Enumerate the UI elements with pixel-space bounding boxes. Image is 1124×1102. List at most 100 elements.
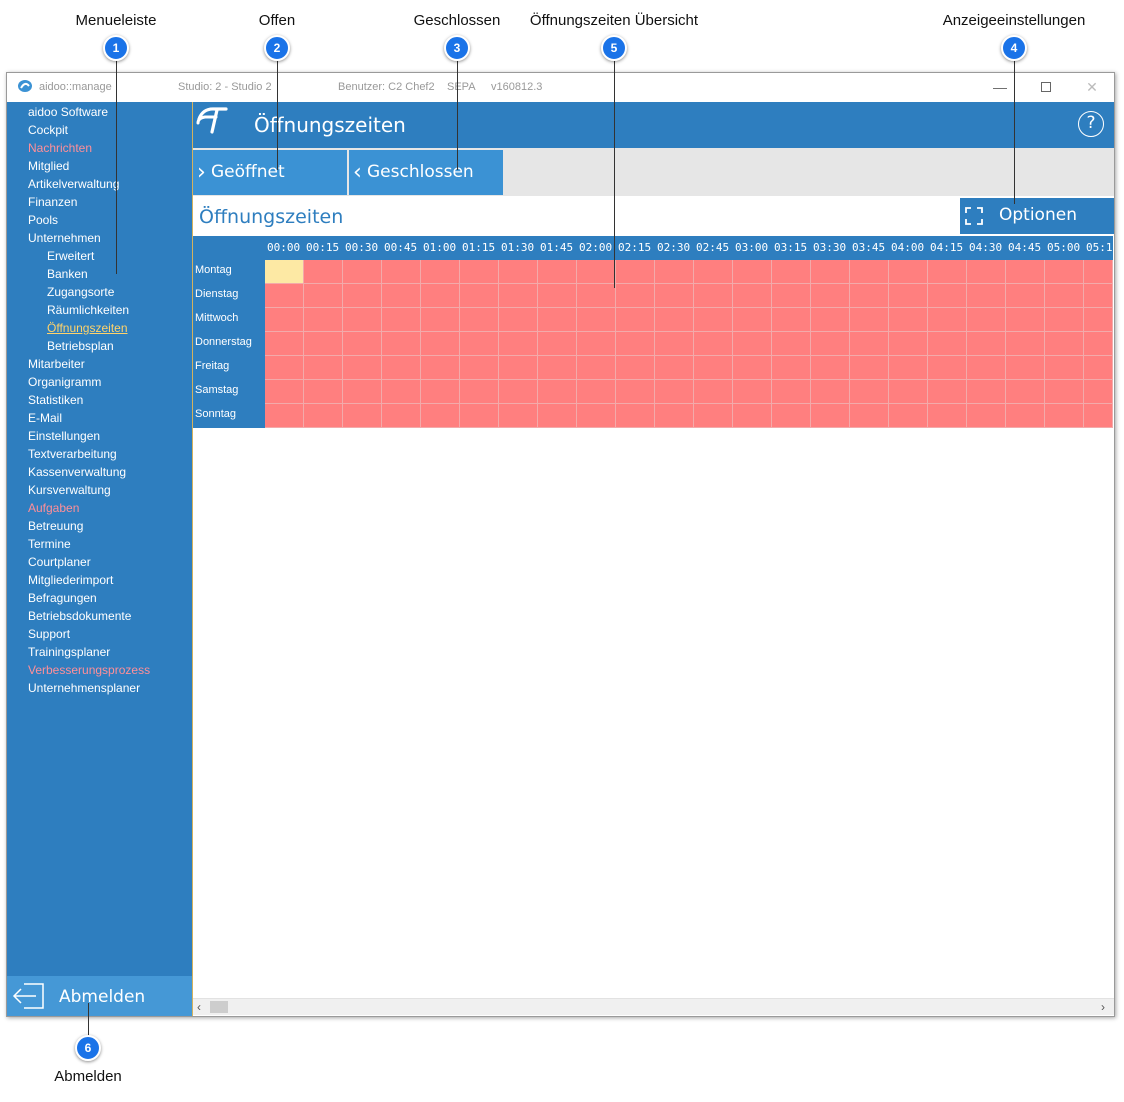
schedule-cell[interactable] [460,308,499,332]
schedule-cell[interactable] [850,284,889,308]
schedule-cell[interactable] [1006,404,1045,428]
schedule-cell[interactable] [1045,356,1084,380]
schedule-cell[interactable] [1045,380,1084,404]
schedule-cell[interactable] [733,380,772,404]
schedule-cell[interactable] [577,404,616,428]
schedule-cell[interactable] [382,404,421,428]
schedule-cell[interactable] [772,308,811,332]
schedule-cell[interactable] [811,332,850,356]
schedule-cell[interactable] [733,404,772,428]
sidebar-item[interactable]: Unternehmensplaner [28,681,140,695]
schedule-cell[interactable] [577,260,616,284]
schedule-cell[interactable] [928,380,967,404]
sidebar-item[interactable]: Einstellungen [28,429,100,443]
schedule-cell[interactable] [577,308,616,332]
schedule-cell[interactable] [343,356,382,380]
schedule-cell[interactable] [694,308,733,332]
schedule-cell[interactable] [1006,332,1045,356]
schedule-cell[interactable] [733,260,772,284]
schedule-cell[interactable] [928,404,967,428]
schedule-cell[interactable] [460,260,499,284]
schedule-cell[interactable] [499,332,538,356]
sidebar-item[interactable]: Banken [47,267,88,281]
schedule-cell[interactable] [811,284,850,308]
schedule-cell[interactable] [421,404,460,428]
schedule-cell[interactable] [889,332,928,356]
schedule-cell[interactable] [538,404,577,428]
scroll-thumb[interactable] [210,1001,228,1013]
schedule-cell[interactable] [460,356,499,380]
schedule-cell[interactable] [694,260,733,284]
schedule-cell[interactable] [616,356,655,380]
schedule-cell[interactable] [343,380,382,404]
scroll-right-icon[interactable]: › [1101,1000,1105,1014]
schedule-cell[interactable] [1006,260,1045,284]
schedule-cell[interactable] [265,284,304,308]
schedule-cell[interactable] [304,332,343,356]
schedule-cell[interactable] [889,380,928,404]
sidebar-item[interactable]: Befragungen [28,591,97,605]
schedule-cell[interactable] [382,356,421,380]
schedule-cell[interactable] [538,308,577,332]
schedule-cell[interactable] [616,284,655,308]
schedule-cell[interactable] [967,404,1006,428]
schedule-cell[interactable] [265,404,304,428]
schedule-cell[interactable] [655,380,694,404]
schedule-cell[interactable] [616,404,655,428]
schedule-cell[interactable] [733,284,772,308]
schedule-cell[interactable] [382,260,421,284]
schedule-cell[interactable] [343,332,382,356]
schedule-cell[interactable] [265,308,304,332]
schedule-cell[interactable] [850,260,889,284]
sidebar-item[interactable]: Textverarbeitung [28,447,117,461]
schedule-cell[interactable] [538,332,577,356]
schedule-cell[interactable] [265,380,304,404]
schedule-cell[interactable] [1084,284,1113,308]
schedule-cell[interactable] [733,308,772,332]
schedule-cell[interactable] [928,356,967,380]
schedule-cell[interactable] [382,332,421,356]
sidebar-item[interactable]: Pools [28,213,58,227]
schedule-cell[interactable] [1045,404,1084,428]
schedule-cell[interactable] [538,284,577,308]
schedule-cell[interactable] [460,380,499,404]
sidebar-item[interactable]: E-Mail [28,411,62,425]
sidebar-item[interactable]: Cockpit [28,123,68,137]
schedule-cell[interactable] [304,404,343,428]
sidebar-item[interactable]: Kursverwaltung [28,483,111,497]
schedule-cell[interactable] [538,380,577,404]
schedule-cell-selected[interactable] [265,260,304,284]
scroll-left-icon[interactable]: ‹ [197,1000,201,1014]
schedule-cell[interactable] [850,404,889,428]
schedule-cell[interactable] [421,308,460,332]
schedule-cell[interactable] [499,308,538,332]
sidebar-item[interactable]: Nachrichten [28,141,92,155]
schedule-cell[interactable] [1084,260,1113,284]
sidebar-item[interactable]: Termine [28,537,71,551]
sidebar-item[interactable]: Organigramm [28,375,101,389]
schedule-cell[interactable] [382,308,421,332]
schedule-cell[interactable] [772,404,811,428]
schedule-cell[interactable] [1045,332,1084,356]
schedule-cell[interactable] [577,332,616,356]
schedule-cell[interactable] [499,404,538,428]
schedule-cell[interactable] [616,308,655,332]
schedule-cell[interactable] [499,260,538,284]
schedule-cell[interactable] [655,260,694,284]
sidebar-item[interactable]: Verbesserungsprozess [28,663,150,677]
schedule-cell[interactable] [928,284,967,308]
sidebar-item[interactable]: Mitglied [28,159,69,173]
schedule-cell[interactable] [694,380,733,404]
schedule-cell[interactable] [1045,260,1084,284]
schedule-cell[interactable] [421,380,460,404]
schedule-cell[interactable] [304,260,343,284]
schedule-cell[interactable] [772,356,811,380]
schedule-cell[interactable] [733,332,772,356]
schedule-cell[interactable] [265,356,304,380]
schedule-cell[interactable] [694,404,733,428]
help-button[interactable]: ? [1078,111,1104,137]
horizontal-scrollbar[interactable]: ‹ › [193,998,1114,1015]
schedule-cell[interactable] [1006,284,1045,308]
schedule-cell[interactable] [772,380,811,404]
schedule-cell[interactable] [499,284,538,308]
